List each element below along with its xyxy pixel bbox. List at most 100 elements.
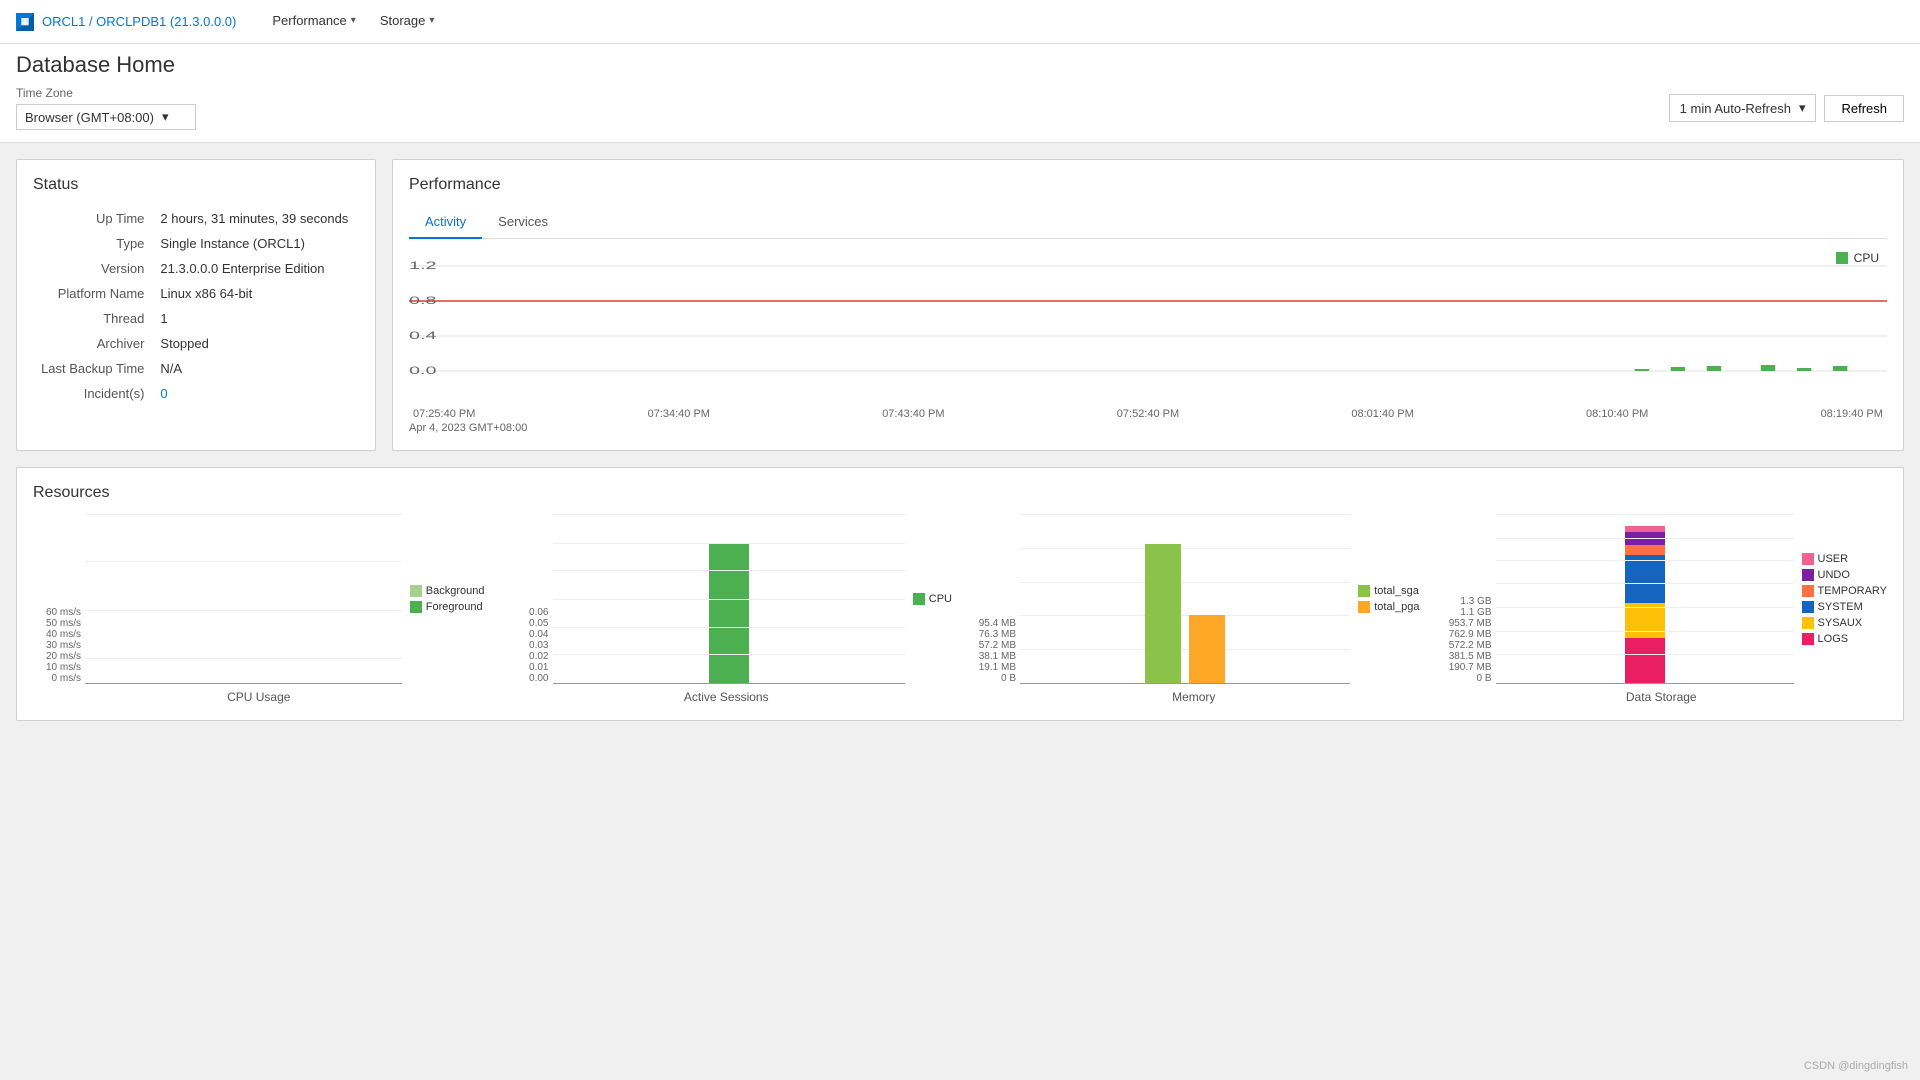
main-content: Status Up Time2 hours, 31 minutes, 39 se… (0, 143, 1920, 737)
cpu-usage-yaxis: 60 ms/s 50 ms/s 40 ms/s 30 ms/s 20 ms/s … (33, 607, 85, 684)
system-segment (1625, 555, 1665, 603)
nav-performance[interactable]: Performance ▾ (260, 0, 367, 44)
data-storage-bars (1496, 514, 1794, 684)
legend-label-temporary: TEMPORARY (1818, 585, 1887, 597)
time-label-4: 08:01:40 PM (1351, 408, 1413, 420)
grid-line (553, 627, 905, 628)
resources-panel: Resources 60 ms/s 50 ms/s 40 ms/s 30 ms/… (16, 467, 1904, 721)
data-storage-title: Data Storage (1626, 690, 1697, 704)
tab-services[interactable]: Services (482, 206, 564, 239)
incidents-link[interactable]: 0 (160, 386, 167, 401)
timezone-control: Time Zone Browser (GMT+08:00) ▾ (16, 86, 196, 130)
memory-yaxis: 95.4 MB 76.3 MB 57.2 MB 38.1 MB 19.1 MB … (968, 618, 1020, 684)
nav-storage[interactable]: Storage ▾ (368, 0, 447, 44)
resources-charts: 60 ms/s 50 ms/s 40 ms/s 30 ms/s 20 ms/s … (33, 514, 1887, 704)
status-panel: Status Up Time2 hours, 31 minutes, 39 se… (16, 159, 376, 451)
y-label: 95.4 MB (968, 618, 1016, 629)
active-sessions-chart: 0.06 0.05 0.04 0.03 0.02 0.01 0.00 (501, 514, 953, 704)
cpu-legend-label: CPU (1854, 251, 1879, 265)
grid-line (1496, 607, 1794, 608)
cpu-bar (709, 544, 749, 683)
table-row: Thread1 (33, 306, 359, 331)
refresh-button[interactable]: Refresh (1824, 95, 1904, 122)
status-key: Platform Name (33, 281, 156, 306)
legend-label-system: SYSTEM (1818, 601, 1863, 613)
y-label: 0 B (968, 673, 1016, 684)
legend-user: USER (1802, 553, 1887, 565)
memory-chart: 95.4 MB 76.3 MB 57.2 MB 38.1 MB 19.1 MB … (968, 514, 1420, 704)
cpu-usage-legend: Background Foreground (410, 585, 485, 613)
grid-line (1496, 560, 1794, 561)
activity-chart: 1.2 0.8 0.4 0.0 (409, 251, 1887, 401)
grid-line (1020, 548, 1350, 549)
grid-line (85, 658, 402, 659)
storage-stack (1625, 522, 1665, 683)
legend-label-undo: UNDO (1818, 569, 1850, 581)
table-row: ArchiverStopped (33, 331, 359, 356)
data-storage-inner: 1.3 GB 1.1 GB 953.7 MB 762.9 MB 572.2 MB… (1436, 514, 1888, 684)
status-key: Type (33, 231, 156, 256)
legend-color-background (410, 585, 422, 597)
grid-line (1020, 649, 1350, 650)
svg-text:1.2: 1.2 (409, 259, 437, 271)
y-label: 10 ms/s (33, 662, 81, 673)
toolbar: Time Zone Browser (GMT+08:00) ▾ 1 min Au… (16, 86, 1904, 130)
grid-line (1020, 615, 1350, 616)
y-label: 30 ms/s (33, 640, 81, 651)
timezone-select[interactable]: Browser (GMT+08:00) ▾ (16, 104, 196, 130)
y-label: 76.3 MB (968, 629, 1016, 640)
y-label: 1.3 GB (1436, 596, 1492, 607)
time-label-1: 07:34:40 PM (648, 408, 710, 420)
chart-date: Apr 4, 2023 GMT+08:00 (409, 422, 1887, 434)
legend-temporary: TEMPORARY (1802, 585, 1887, 597)
legend-label-foreground: Foreground (426, 601, 483, 613)
y-label: 381.5 MB (1436, 651, 1492, 662)
legend-pga: total_pga (1358, 601, 1419, 613)
active-sessions-inner: 0.06 0.05 0.04 0.03 0.02 0.01 0.00 (501, 514, 953, 684)
table-row: Up Time2 hours, 31 minutes, 39 seconds (33, 206, 359, 231)
legend-label-pga: total_pga (1374, 601, 1419, 613)
legend-system: SYSTEM (1802, 601, 1887, 613)
y-label: 20 ms/s (33, 651, 81, 662)
y-label: 50 ms/s (33, 618, 81, 629)
legend-label-cpu: CPU (929, 593, 952, 605)
legend-background: Background (410, 585, 485, 597)
active-sessions-legend: CPU (913, 593, 952, 605)
breadcrumb-link[interactable]: ORCL1 / ORCLPDB1 (21.3.0.0.0) (42, 14, 236, 29)
memory-title: Memory (1172, 690, 1215, 704)
y-label: 0.01 (501, 662, 549, 673)
y-label: 19.1 MB (968, 662, 1016, 673)
grid-line (553, 599, 905, 600)
logs-segment (1625, 638, 1665, 683)
legend-color-pga (1358, 601, 1370, 613)
legend-label-sga: total_sga (1374, 585, 1419, 597)
cpu-usage-chart: 60 ms/s 50 ms/s 40 ms/s 30 ms/s 20 ms/s … (33, 514, 485, 704)
page-title: Database Home (16, 52, 1904, 78)
status-value[interactable]: 0 (156, 381, 359, 406)
auto-refresh-select[interactable]: 1 min Auto-Refresh ▾ (1669, 94, 1817, 122)
grid-line (1496, 514, 1794, 515)
data-storage-chart: 1.3 GB 1.1 GB 953.7 MB 762.9 MB 572.2 MB… (1436, 514, 1888, 704)
resources-title: Resources (33, 484, 1887, 502)
legend-sga: total_sga (1358, 585, 1419, 597)
legend-color-foreground (410, 601, 422, 613)
memory-inner: 95.4 MB 76.3 MB 57.2 MB 38.1 MB 19.1 MB … (968, 514, 1420, 684)
tab-activity[interactable]: Activity (409, 206, 482, 239)
grid-line (553, 570, 905, 571)
y-label: 0.05 (501, 618, 549, 629)
y-label: 0.06 (501, 607, 549, 618)
cpu-legend-color (1836, 252, 1848, 264)
nav-performance-label: Performance (272, 13, 346, 28)
svg-text:0.4: 0.4 (409, 329, 437, 341)
page-header: Database Home Time Zone Browser (GMT+08:… (0, 44, 1920, 143)
status-value: Single Instance (ORCL1) (156, 231, 359, 256)
y-label: 0.04 (501, 629, 549, 640)
status-value: 21.3.0.0.0 Enterprise Edition (156, 256, 359, 281)
time-labels: 07:25:40 PM 07:34:40 PM 07:43:40 PM 07:5… (409, 408, 1887, 420)
status-title: Status (33, 176, 359, 194)
legend-color-logs (1802, 633, 1814, 645)
legend-logs: LOGS (1802, 633, 1887, 645)
grid-line (1496, 583, 1794, 584)
top-bar: ▦ ORCL1 / ORCLPDB1 (21.3.0.0.0) Performa… (0, 0, 1920, 44)
status-value: N/A (156, 356, 359, 381)
